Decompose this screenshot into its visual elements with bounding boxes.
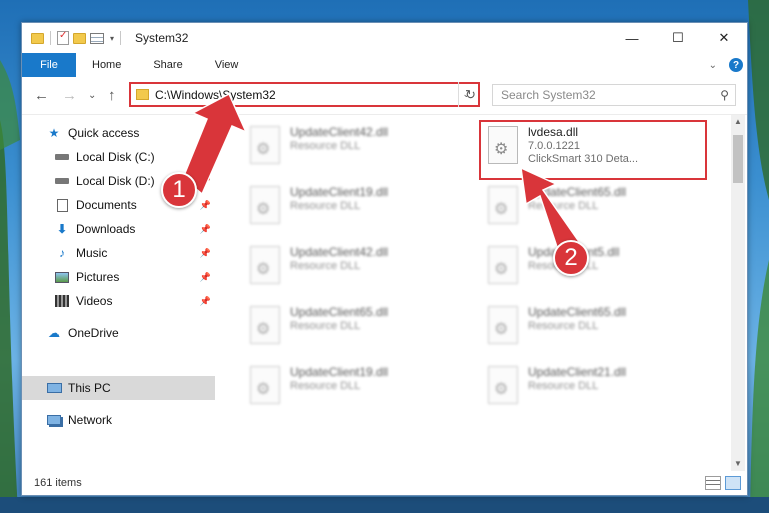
step-badge-2: 2 <box>553 240 589 276</box>
step-badge-1: 1 <box>161 172 197 208</box>
annotation-arrows <box>182 92 584 264</box>
